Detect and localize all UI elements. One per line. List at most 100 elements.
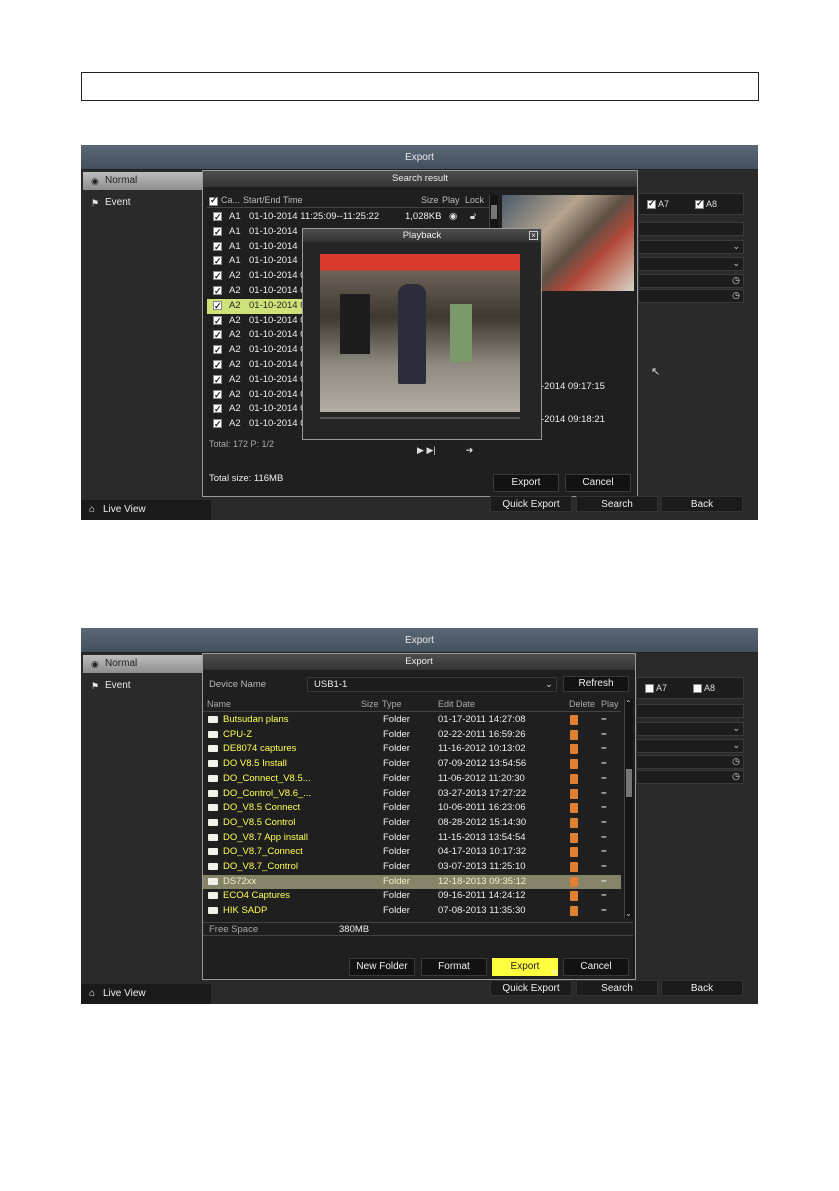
select-all-check[interactable] [209, 195, 218, 207]
trash-icon[interactable] [570, 862, 578, 872]
play-dash-icon[interactable]: − [601, 904, 607, 919]
forward-icon[interactable]: ➜ [466, 445, 474, 455]
row-check[interactable] [213, 284, 222, 299]
quick-export-button[interactable]: Quick Export [490, 496, 572, 512]
file-row[interactable]: HIK SADP Folder 07-08-2013 11:35:30 − [203, 904, 621, 919]
right-select-1[interactable]: ⌄ [638, 240, 744, 254]
trash-icon[interactable] [570, 773, 578, 784]
play-dash-icon[interactable]: − [601, 860, 607, 875]
file-row[interactable]: DO_V8.5 Connect Folder 10-06-2011 16:23:06… [203, 801, 621, 816]
play-dash-icon[interactable]: − [601, 742, 607, 757]
row-check[interactable] [213, 358, 222, 373]
row-check[interactable] [213, 240, 222, 255]
play-dash-icon[interactable]: − [601, 713, 607, 728]
refresh-button[interactable]: Refresh [563, 676, 629, 692]
trash-icon[interactable] [570, 759, 578, 770]
cancel-button[interactable]: Cancel [563, 958, 629, 976]
file-row[interactable]: CPU-Z Folder 02-22-2011 16:59:26 − [203, 728, 621, 743]
play-dash-icon[interactable]: − [601, 787, 607, 802]
lock-icon[interactable]: 🔓︎ [470, 210, 476, 225]
file-list-scrollbar[interactable]: ⌃ ⌄ [624, 699, 633, 918]
sidebar-item-normal[interactable]: ◉ Normal [83, 172, 213, 190]
scroll-thumb[interactable] [491, 205, 497, 219]
cancel-button[interactable]: Cancel [565, 474, 631, 492]
playback-progress[interactable] [320, 417, 520, 419]
export-button[interactable]: Export [493, 474, 559, 492]
file-row[interactable]: DO_V8.7_Connect Folder 04-17-2013 10:17:32… [203, 845, 621, 860]
trash-icon[interactable] [570, 817, 578, 828]
device-name-select[interactable]: USB1-1 ⌄ [307, 677, 557, 692]
row-check[interactable] [213, 402, 222, 417]
file-row[interactable]: DO_Control_V8.6_... Folder 03-27-2013 17:2… [203, 787, 621, 802]
camera-a8-check[interactable]: A8 [695, 198, 717, 210]
file-row[interactable]: DO_V8.5 Control Folder 08-28-2012 15:14:30… [203, 816, 621, 831]
sidebar-item-normal[interactable]: ◉ Normal [83, 655, 213, 673]
play-icon[interactable]: ▶ [417, 445, 424, 455]
start-time-field[interactable]: ◷ [636, 755, 744, 769]
row-check[interactable] [213, 343, 222, 358]
row-check[interactable] [213, 254, 222, 269]
play-dash-icon[interactable]: − [601, 801, 607, 816]
start-time-field[interactable]: ◷ [638, 274, 744, 288]
scroll-thumb[interactable] [626, 769, 632, 797]
right-field-1[interactable] [636, 704, 744, 718]
right-select-2[interactable]: ⌄ [638, 257, 744, 271]
live-view-button[interactable]: ⌂ Live View [81, 984, 211, 1004]
camera-a7-check[interactable]: A7 [647, 198, 669, 210]
new-folder-button[interactable]: New Folder [349, 958, 415, 976]
trash-icon[interactable] [570, 788, 578, 799]
trash-icon[interactable] [570, 832, 578, 843]
scroll-down-icon[interactable]: ⌄ [625, 909, 632, 918]
play-dash-icon[interactable]: − [601, 875, 607, 890]
right-field-1[interactable] [638, 222, 744, 236]
close-icon[interactable]: × [529, 231, 538, 240]
row-check[interactable] [213, 328, 222, 343]
row-check[interactable] [213, 269, 222, 284]
play-dash-icon[interactable]: − [601, 757, 607, 772]
sidebar-item-event[interactable]: ⚑ Event [83, 677, 213, 695]
trash-icon[interactable] [570, 803, 578, 814]
row-check[interactable] [213, 373, 222, 388]
play-icon[interactable]: ◉ [449, 210, 457, 225]
row-check[interactable] [213, 314, 222, 329]
play-dash-icon[interactable]: − [601, 728, 607, 743]
format-button[interactable]: Format [421, 958, 487, 976]
result-row[interactable]: A1 01-10-2014 11:25:09--11:25:22 1,028KB ◉ 🔓… [207, 210, 489, 225]
trash-icon[interactable] [570, 715, 578, 725]
file-row[interactable]: DS72xx Folder 12-18-2013 09:35:12 − [203, 874, 621, 890]
live-view-button[interactable]: ⌂ Live View [81, 500, 211, 520]
trash-icon[interactable] [570, 847, 578, 858]
play-dash-icon[interactable]: − [601, 845, 607, 860]
next-icon[interactable]: ▶| [426, 445, 435, 455]
play-dash-icon[interactable]: − [601, 772, 607, 787]
camera-a8-check[interactable]: A8 [693, 683, 715, 694]
file-row[interactable]: DO_V8.7 App install Folder 11-15-2013 13:5… [203, 831, 621, 846]
sidebar-item-event[interactable]: ⚑ Event [83, 194, 213, 212]
row-check[interactable] [213, 210, 222, 225]
back-button[interactable]: Back [661, 496, 743, 512]
back-button[interactable]: Back [661, 980, 743, 996]
right-select-1[interactable]: ⌄ [636, 722, 744, 736]
file-row[interactable]: Butsudan plans Folder 01-17-2011 14:27:08 − [203, 713, 621, 728]
row-check[interactable] [213, 299, 222, 314]
trash-icon[interactable] [570, 891, 578, 902]
file-row[interactable]: ECO4 Captures Folder 09-16-2011 14:24:12 − [203, 889, 621, 904]
trash-icon[interactable] [570, 744, 578, 755]
row-check[interactable] [213, 417, 222, 432]
search-button[interactable]: Search [576, 980, 658, 996]
play-dash-icon[interactable]: − [601, 831, 607, 846]
scroll-up-icon[interactable]: ⌃ [625, 699, 632, 708]
search-button[interactable]: Search [576, 496, 658, 512]
file-row[interactable]: DO_V8.7_Control Folder 03-07-2013 11:25:10… [203, 860, 621, 875]
quick-export-button[interactable]: Quick Export [490, 980, 572, 996]
camera-a7-check[interactable]: A7 [645, 683, 667, 694]
file-row[interactable]: DO_Connect_V8.5... Folder 11-06-2012 11:20… [203, 772, 621, 787]
row-check[interactable] [213, 388, 222, 403]
end-time-field[interactable]: ◷ [638, 289, 744, 303]
play-dash-icon[interactable]: − [601, 889, 607, 904]
trash-icon[interactable] [570, 906, 578, 917]
file-row[interactable]: DO V8.5 Install Folder 07-09-2012 13:54:56… [203, 757, 621, 772]
trash-icon[interactable] [570, 729, 578, 740]
file-row[interactable]: DE8074 captures Folder 11-16-2012 10:13:02… [203, 742, 621, 757]
play-dash-icon[interactable]: − [601, 816, 607, 831]
